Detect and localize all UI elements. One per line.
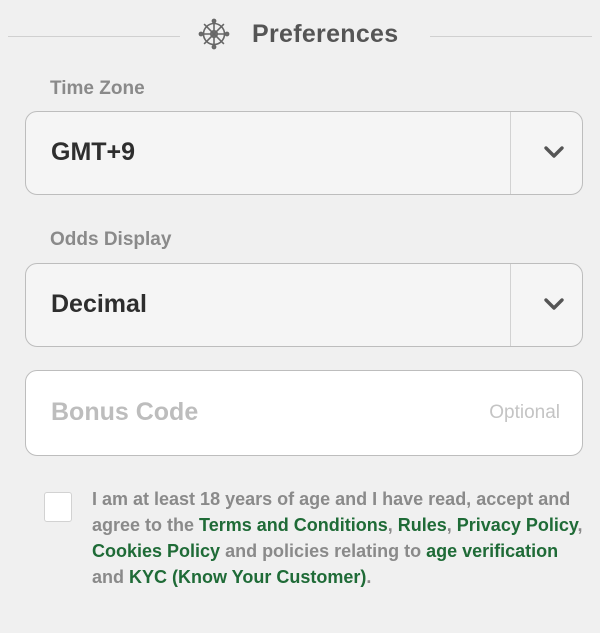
consent-separator: , — [577, 515, 583, 535]
consent-text-part: and — [92, 567, 130, 587]
time-zone-label: Time Zone — [50, 78, 145, 99]
consent-text-part: and policies relating to — [220, 541, 427, 561]
odds-display-select[interactable]: Decimal — [25, 263, 583, 347]
bonus-code-input[interactable]: Bonus Code Optional — [25, 370, 583, 456]
header-divider-right — [430, 36, 592, 37]
privacy-policy-link[interactable]: Privacy Policy — [457, 515, 578, 535]
odds-display-value: Decimal — [51, 290, 147, 318]
optional-hint: Optional — [489, 402, 560, 423]
time-zone-select[interactable]: GMT+9 — [25, 111, 583, 195]
select-divider — [510, 264, 511, 346]
odds-display-label: Odds Display — [50, 229, 172, 250]
cookies-policy-link[interactable]: Cookies Policy — [92, 541, 220, 561]
chevron-down-icon[interactable] — [542, 295, 566, 313]
rules-link[interactable]: Rules — [398, 515, 447, 535]
header-divider-left — [8, 36, 180, 37]
age-consent-checkbox[interactable] — [44, 492, 72, 522]
gear-icon — [198, 18, 230, 50]
age-verification-link[interactable]: age verification — [426, 541, 558, 561]
consent-text-part: . — [366, 567, 372, 587]
preferences-header: Preferences — [0, 0, 600, 72]
consent-separator: , — [446, 515, 457, 535]
consent-text: I am at least 18 years of age and I have… — [92, 486, 592, 590]
page-title: Preferences — [252, 20, 399, 48]
select-divider — [510, 112, 511, 194]
consent-separator: , — [387, 515, 398, 535]
terms-and-conditions-link[interactable]: Terms and Conditions — [199, 515, 388, 535]
kyc-link[interactable]: KYC (Know Your Customer) — [129, 567, 366, 587]
bonus-code-placeholder: Bonus Code — [51, 398, 199, 426]
chevron-down-icon[interactable] — [542, 143, 566, 161]
time-zone-value: GMT+9 — [51, 138, 136, 166]
